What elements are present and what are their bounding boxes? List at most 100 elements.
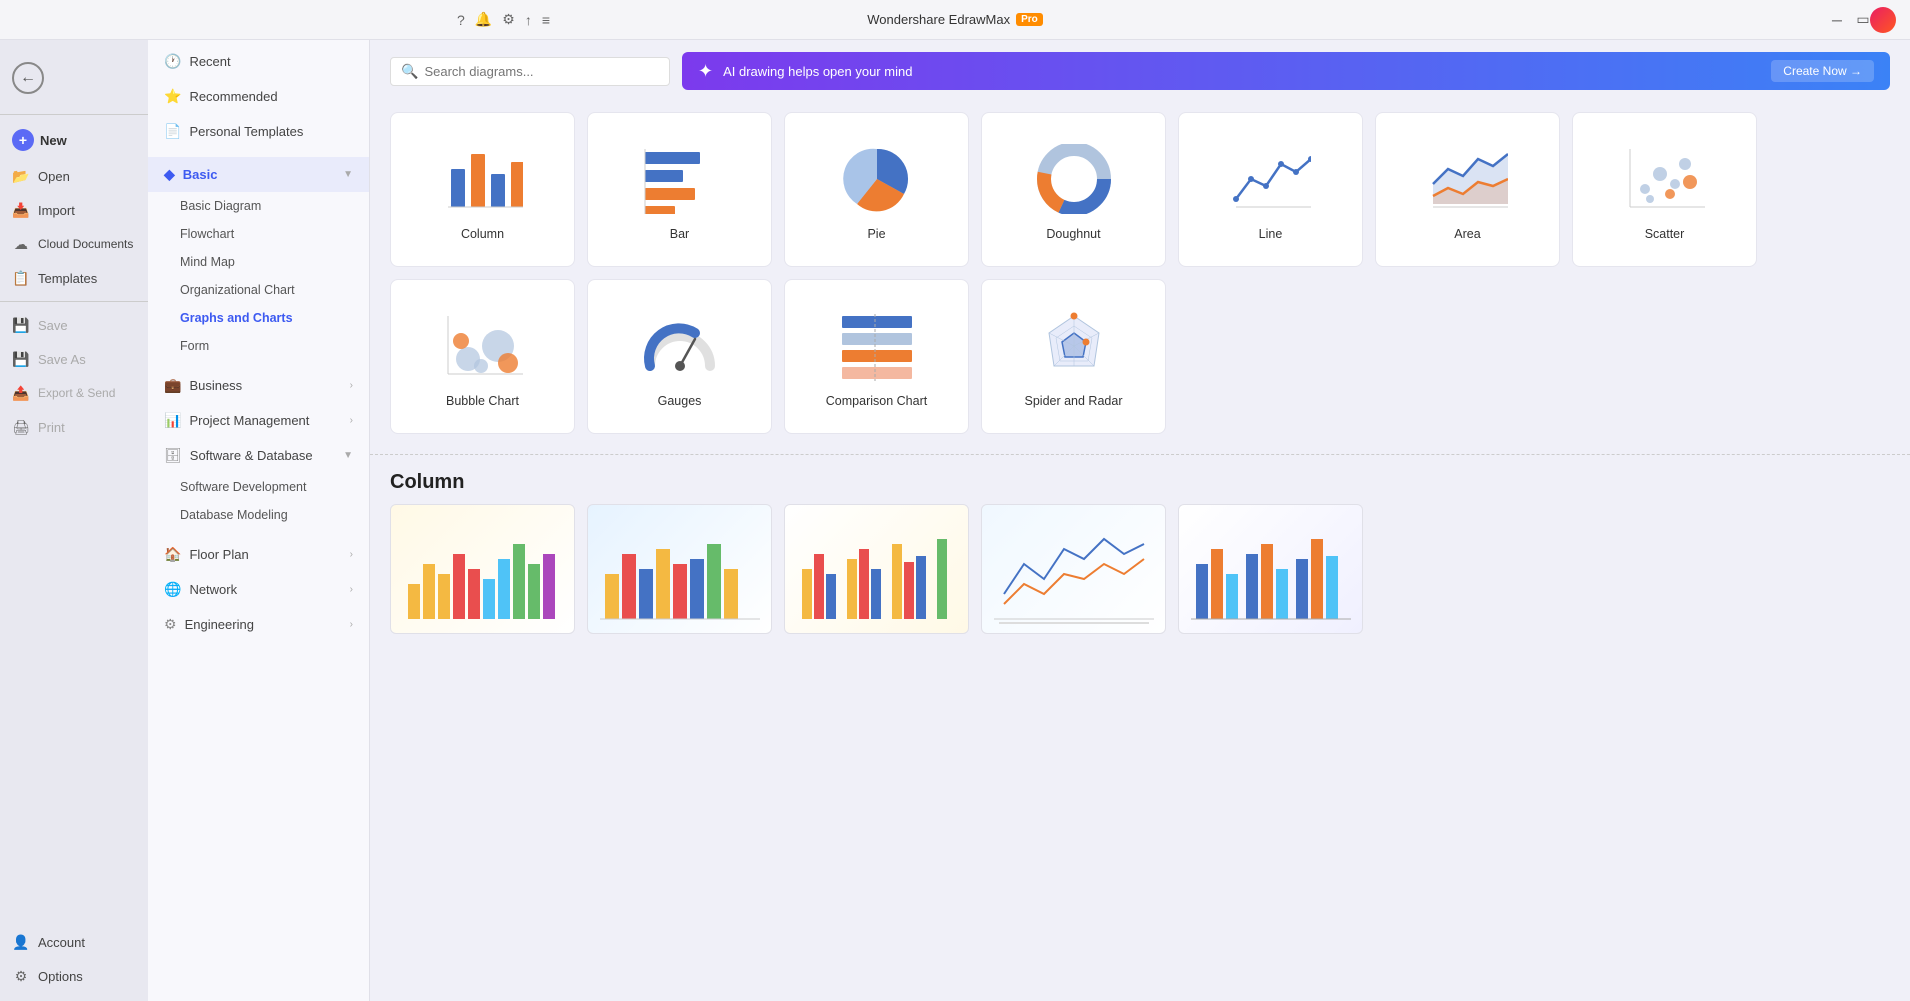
share-icon[interactable]: ↑ bbox=[525, 12, 532, 28]
nav-recommended[interactable]: ⭐ Recommended bbox=[148, 79, 369, 114]
template-preview-4 bbox=[982, 505, 1165, 633]
chart-type-line[interactable]: Line bbox=[1178, 112, 1363, 267]
chart-type-area[interactable]: Area bbox=[1375, 112, 1560, 267]
folder-icon: 📂 bbox=[12, 167, 30, 185]
nav-project-mgmt[interactable]: 📊 Project Management › bbox=[148, 403, 369, 438]
chart-type-bubble[interactable]: Bubble Chart bbox=[390, 279, 575, 434]
templates-button[interactable]: 📋 Templates bbox=[0, 261, 148, 295]
nav-basic[interactable]: ◆ Basic ▼ bbox=[148, 157, 369, 192]
template-card-1[interactable] bbox=[390, 504, 575, 634]
save-as-button[interactable]: 💾 Save As bbox=[0, 342, 148, 376]
ai-create-button[interactable]: Create Now → bbox=[1771, 60, 1874, 82]
nav-recent-label: Recent bbox=[189, 54, 230, 69]
chart-type-spider[interactable]: Spider and Radar bbox=[981, 279, 1166, 434]
search-icon: 🔍 bbox=[401, 63, 418, 80]
nav-db-modeling[interactable]: Database Modeling bbox=[148, 501, 369, 529]
floor-icon: 🏠 bbox=[164, 546, 181, 563]
nav-software-label: Software & Database bbox=[190, 448, 313, 463]
nav-basic-label: Basic bbox=[183, 167, 218, 182]
nav-engineering-label: Engineering bbox=[185, 617, 254, 632]
template-card-2[interactable] bbox=[587, 504, 772, 634]
engineering-icon: ⚙ bbox=[164, 616, 177, 633]
new-button[interactable]: + New bbox=[0, 121, 148, 159]
account-icon: 👤 bbox=[12, 933, 30, 951]
nav-recent[interactable]: 🕐 Recent bbox=[148, 44, 369, 79]
template-grid bbox=[370, 504, 1910, 654]
settings-icon[interactable]: ≡ bbox=[542, 12, 550, 28]
chart-type-comparison[interactable]: Comparison Chart bbox=[784, 279, 969, 434]
search-box[interactable]: 🔍 bbox=[390, 57, 670, 86]
chart-type-bar[interactable]: Bar bbox=[587, 112, 772, 267]
nav-graphs-charts[interactable]: Graphs and Charts bbox=[148, 304, 369, 332]
project-icon: 📊 bbox=[164, 412, 181, 429]
avatar[interactable] bbox=[1870, 7, 1896, 33]
bar-chart-icon bbox=[640, 139, 720, 219]
template-card-4[interactable] bbox=[981, 504, 1166, 634]
pro-badge: Pro bbox=[1016, 13, 1043, 26]
pie-label: Pie bbox=[867, 227, 885, 241]
options-button[interactable]: ⚙ Options bbox=[0, 959, 148, 993]
template-card-3[interactable] bbox=[784, 504, 969, 634]
nav-business[interactable]: 💼 Business › bbox=[148, 368, 369, 403]
nav-org-chart[interactable]: Organizational Chart bbox=[148, 276, 369, 304]
basic-chevron: ▼ bbox=[343, 169, 353, 180]
column-label: Column bbox=[461, 227, 504, 241]
chart-type-pie[interactable]: Pie bbox=[784, 112, 969, 267]
ai-icon: ✦ bbox=[698, 61, 713, 82]
title-bar: Wondershare EdrawMax Pro ─ ▭ ✕ ? 🔔 ⚙ ↑ ≡ bbox=[0, 0, 1910, 40]
import-button[interactable]: 📥 Import bbox=[0, 193, 148, 227]
export-button[interactable]: 📤 Export & Send bbox=[0, 376, 148, 410]
nav-project-label: Project Management bbox=[189, 413, 309, 428]
account-button[interactable]: 👤 Account bbox=[0, 925, 148, 959]
pie-chart-icon bbox=[837, 139, 917, 219]
save-button[interactable]: 💾 Save bbox=[0, 308, 148, 342]
notification-icon[interactable]: 🔔 bbox=[475, 11, 492, 28]
cloud-icon: ☁ bbox=[12, 235, 30, 253]
chart-type-scatter[interactable]: Scatter bbox=[1572, 112, 1757, 267]
nav-panel: 🕐 Recent ⭐ Recommended 📄 Personal Templa… bbox=[148, 40, 370, 1001]
new-icon: + bbox=[12, 129, 34, 151]
nav-mind-map[interactable]: Mind Map bbox=[148, 248, 369, 276]
back-button[interactable]: ← bbox=[0, 54, 148, 102]
minimize-button[interactable]: ─ bbox=[1828, 11, 1846, 29]
line-chart-icon bbox=[1231, 139, 1311, 219]
chart-type-doughnut[interactable]: Doughnut bbox=[981, 112, 1166, 267]
nav-personal-label: Personal Templates bbox=[189, 124, 303, 139]
nav-sw-dev[interactable]: Software Development bbox=[148, 473, 369, 501]
nav-form[interactable]: Form bbox=[148, 332, 369, 360]
business-icon: 💼 bbox=[164, 377, 181, 394]
software-icon: 🗄 bbox=[164, 447, 182, 464]
doughnut-label: Doughnut bbox=[1046, 227, 1100, 241]
nav-floor-plan[interactable]: 🏠 Floor Plan › bbox=[148, 537, 369, 572]
help-icon[interactable]: ? bbox=[457, 12, 465, 28]
import-icon: 📥 bbox=[12, 201, 30, 219]
cloud-button[interactable]: ☁ Cloud Documents bbox=[0, 227, 148, 261]
chart-type-gauges[interactable]: Gauges bbox=[587, 279, 772, 434]
nav-engineering[interactable]: ⚙ Engineering › bbox=[148, 607, 369, 642]
nav-personal-templates[interactable]: 📄 Personal Templates bbox=[148, 114, 369, 149]
engineering-chevron: › bbox=[350, 619, 353, 630]
main-content: 🔍 ✦ AI drawing helps open your mind Crea… bbox=[370, 40, 1910, 1001]
ai-text: AI drawing helps open your mind bbox=[723, 64, 1761, 79]
template-card-5[interactable] bbox=[1178, 504, 1363, 634]
search-input[interactable] bbox=[424, 64, 659, 79]
chart-type-column[interactable]: Column bbox=[390, 112, 575, 267]
nav-flowchart[interactable]: Flowchart bbox=[148, 220, 369, 248]
nav-software-db[interactable]: 🗄 Software & Database ▼ bbox=[148, 438, 369, 473]
recommended-icon: ⭐ bbox=[164, 88, 181, 105]
tools-icon[interactable]: ⚙ bbox=[502, 11, 515, 28]
spider-chart-icon bbox=[1034, 306, 1114, 386]
floor-chevron: › bbox=[350, 549, 353, 560]
ai-banner: ✦ AI drawing helps open your mind Create… bbox=[682, 52, 1890, 90]
column-section-title: Column bbox=[370, 454, 1910, 504]
print-button[interactable]: 🖨 Print bbox=[0, 410, 148, 444]
save-as-icon: 💾 bbox=[12, 350, 30, 368]
bubble-chart-icon bbox=[443, 306, 523, 386]
open-button[interactable]: 📂 Open bbox=[0, 159, 148, 193]
personal-icon: 📄 bbox=[164, 123, 181, 140]
template-preview-3 bbox=[785, 505, 968, 633]
chart-type-grid-section: Column Bar bbox=[370, 102, 1910, 444]
nav-basic-diagram[interactable]: Basic Diagram bbox=[148, 192, 369, 220]
nav-network[interactable]: 🌐 Network › bbox=[148, 572, 369, 607]
save-icon: 💾 bbox=[12, 316, 30, 334]
